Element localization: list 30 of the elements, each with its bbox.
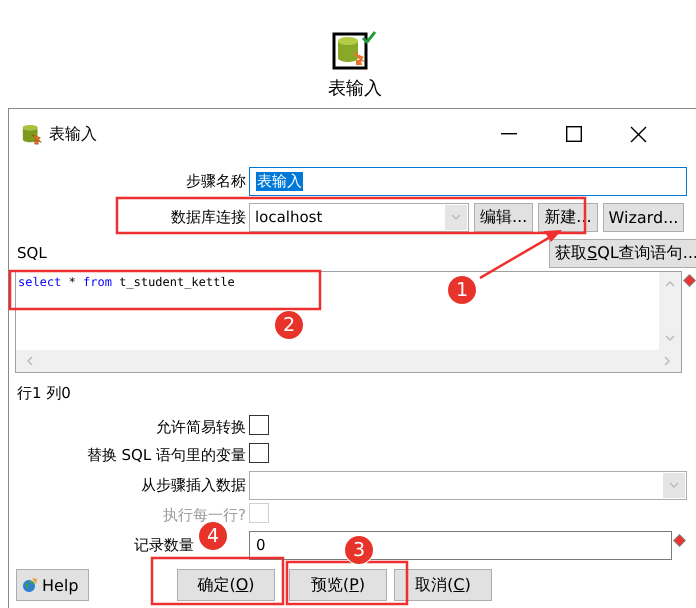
checkbox[interactable]	[249, 415, 269, 435]
option-label: 允许简易转换	[155, 418, 246, 436]
option-label: 从步骤插入数据	[140, 476, 246, 494]
dialog-button[interactable]: 确定(O)	[177, 569, 275, 601]
step-icon[interactable]	[332, 30, 378, 70]
connection-button[interactable]: Wizard...	[602, 202, 684, 232]
checkbox[interactable]	[249, 443, 269, 463]
get-sql-button[interactable]: 获取SQL查询语句...	[549, 238, 696, 268]
variable-icon	[683, 274, 696, 287]
sql-label: SQL	[17, 244, 47, 262]
globe-icon	[22, 577, 38, 593]
variable-icon	[673, 534, 686, 546]
step-dropdown[interactable]	[249, 470, 687, 500]
step-label: 表输入	[328, 77, 382, 100]
connection-dropdown[interactable]: localhost	[249, 202, 469, 232]
field-label: 数据库连接	[170, 208, 246, 226]
close-icon[interactable]	[630, 126, 647, 142]
database-input-icon	[21, 123, 43, 145]
option-label: 记录数量	[133, 536, 195, 554]
window-title: 表输入	[49, 124, 98, 144]
option-label: 替换 SQL 语句里的变量	[86, 446, 246, 464]
dialog-button[interactable]: 预览(P)	[289, 569, 387, 601]
minimize-icon[interactable]	[500, 133, 516, 135]
cursor-position: 行1 列0	[16, 382, 72, 404]
field-label: 步骤名称	[185, 172, 246, 190]
connection-button[interactable]: 编辑...	[474, 202, 534, 232]
step-name-field[interactable]: 表输入	[249, 166, 687, 196]
help-button[interactable]: Help	[16, 569, 89, 601]
dialog-button[interactable]: 取消(C)	[394, 569, 492, 601]
maximize-icon[interactable]	[566, 126, 582, 142]
